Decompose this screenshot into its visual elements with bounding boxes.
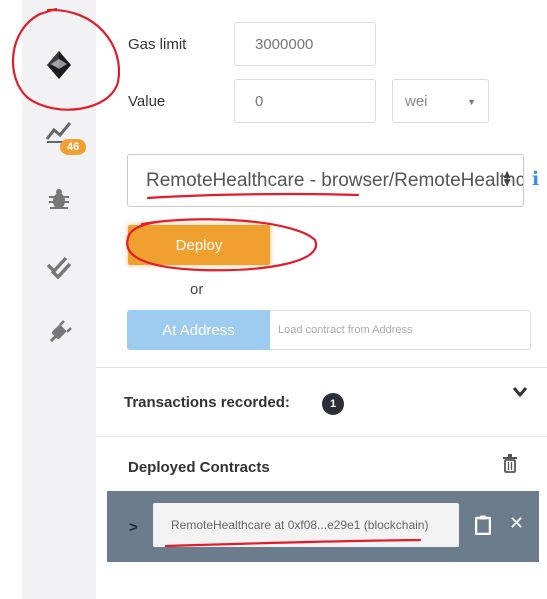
value-label: Value xyxy=(128,93,166,110)
info-icon[interactable]: i xyxy=(532,168,539,190)
testing-tab[interactable] xyxy=(22,236,96,298)
plugin-icon xyxy=(49,320,72,343)
trash-icon[interactable] xyxy=(502,454,518,473)
at-address-button[interactable]: At Address xyxy=(127,310,270,350)
value-unit-text: wei xyxy=(405,92,428,110)
run-deploy-tab[interactable] xyxy=(22,34,96,96)
updown-arrows-icon: ▲ ▼ xyxy=(501,167,513,189)
close-icon[interactable]: ✕ xyxy=(509,513,524,534)
chevron-down-icon[interactable] xyxy=(512,386,528,398)
contract-select[interactable]: RemoteHealthcare - browser/RemoteHealthc… xyxy=(127,154,524,207)
instance-name[interactable]: RemoteHealthcare at 0xf08...e29e1 (block… xyxy=(153,503,459,547)
value-input[interactable]: 0 xyxy=(234,79,376,123)
analysis-badge: 46 xyxy=(60,139,87,155)
analysis-tab[interactable]: 46 xyxy=(22,100,96,162)
deployed-contracts-label: Deployed Contracts xyxy=(128,459,270,476)
debug-bug-icon xyxy=(49,189,69,209)
divider xyxy=(96,367,547,368)
or-text: or xyxy=(190,281,204,298)
transactions-count-badge: 1 xyxy=(322,393,344,415)
gas-limit-input[interactable]: 3000000 xyxy=(234,22,376,66)
transactions-recorded-label: Transactions recorded: xyxy=(124,394,290,411)
debugger-tab[interactable] xyxy=(22,168,96,230)
ethereum-icon xyxy=(47,51,71,79)
icon-sidebar: 46 xyxy=(22,0,96,599)
deployed-contract-instance: > RemoteHealthcare at 0xf08...e29e1 (blo… xyxy=(107,491,539,562)
chevron-right-icon[interactable]: > xyxy=(129,519,138,536)
test-checks-icon xyxy=(46,256,72,279)
address-input[interactable]: Load contract from Address xyxy=(270,310,531,350)
value-unit-select[interactable]: wei ▼ xyxy=(392,79,489,123)
deploy-button[interactable]: Deploy xyxy=(128,225,270,265)
clipboard-icon[interactable] xyxy=(475,515,491,535)
instance-name-text: RemoteHealthcare at 0xf08...e29e1 (block… xyxy=(171,518,429,532)
caret-down-icon: ▼ xyxy=(467,97,476,107)
gas-limit-label: Gas limit xyxy=(128,36,187,53)
contract-select-text: RemoteHealthcare - browser/RemoteHealthc… xyxy=(146,169,524,191)
plugin-tab[interactable] xyxy=(22,302,96,364)
divider xyxy=(96,436,547,437)
